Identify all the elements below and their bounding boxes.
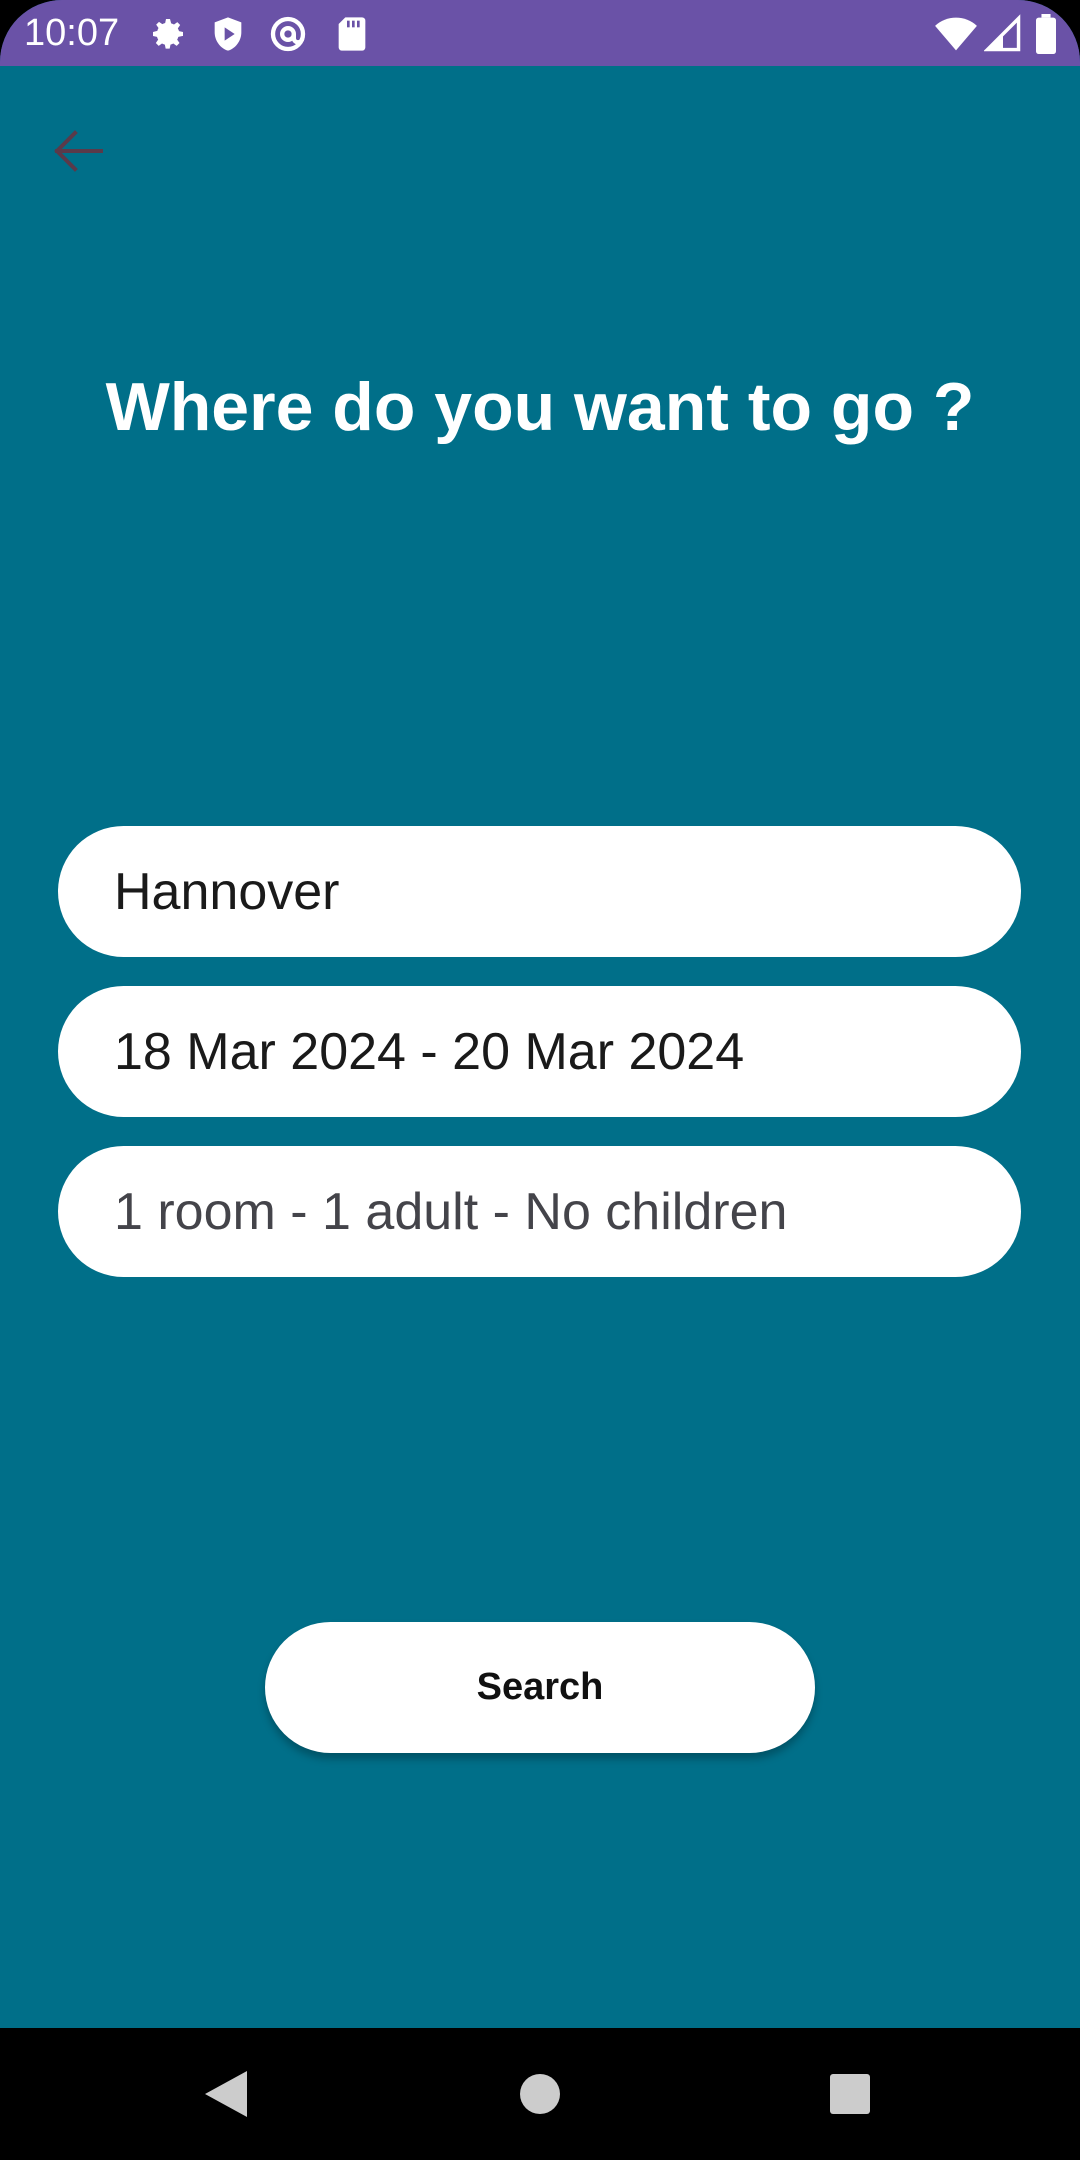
system-navigation-bar bbox=[0, 2028, 1080, 2160]
status-time: 10:07 bbox=[24, 12, 120, 54]
back-button[interactable] bbox=[44, 120, 110, 186]
at-sign-icon bbox=[268, 14, 308, 54]
app-screen: 10:07 Where do you want to go ? Hannover… bbox=[0, 0, 1080, 2160]
nav-back-button[interactable] bbox=[186, 2056, 266, 2136]
home-circle-icon bbox=[518, 2072, 562, 2121]
nav-recents-button[interactable] bbox=[810, 2056, 890, 2136]
sd-card-icon bbox=[332, 14, 372, 54]
signal-icon bbox=[983, 14, 1022, 54]
settings-icon bbox=[148, 14, 188, 54]
arrow-left-icon bbox=[51, 129, 103, 178]
date-range-field[interactable]: 18 Mar 2024 - 20 Mar 2024 bbox=[58, 986, 1021, 1117]
guests-rooms-field[interactable]: 1 room - 1 adult - No children bbox=[58, 1146, 1021, 1277]
status-bar: 10:07 bbox=[0, 0, 1080, 66]
page-title: Where do you want to go ? bbox=[105, 369, 975, 445]
battery-icon bbox=[1034, 14, 1060, 54]
recents-square-icon bbox=[829, 2073, 871, 2120]
back-triangle-icon bbox=[203, 2069, 249, 2124]
destination-field[interactable]: Hannover bbox=[58, 826, 1021, 957]
search-button[interactable]: Search bbox=[265, 1622, 815, 1753]
nav-home-button[interactable] bbox=[500, 2056, 580, 2136]
shield-play-icon bbox=[208, 14, 248, 54]
wifi-icon bbox=[934, 14, 978, 54]
